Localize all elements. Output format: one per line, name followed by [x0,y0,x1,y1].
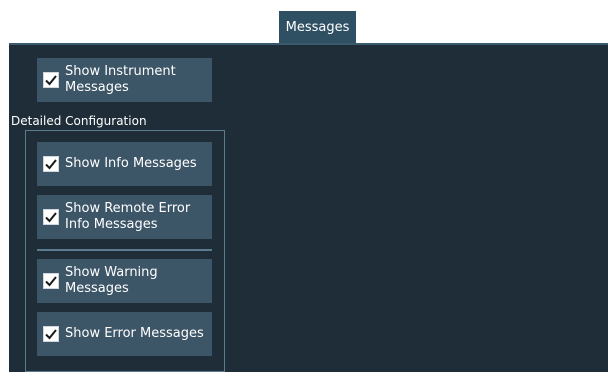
detailed-configuration-title: Detailed Configuration [11,114,147,128]
show-remote-error-info-messages-checkbox[interactable]: Show Remote Error Info Messages [37,195,212,239]
check-icon [45,329,57,340]
check-icon [45,159,57,170]
messages-panel: Show Instrument Messages Detailed Config… [9,43,608,372]
checkbox-label: Show Instrument Messages [65,64,176,95]
show-instrument-messages-checkbox[interactable]: Show Instrument Messages [37,58,212,102]
check-icon [45,75,57,86]
checkbox-label: Show Warning Messages [65,265,158,296]
check-icon [45,276,57,287]
tab-messages[interactable]: Messages [279,11,356,43]
checkbox-box[interactable] [43,273,59,289]
checkbox-label: Show Error Messages [65,326,204,341]
checkbox-box[interactable] [43,72,59,88]
group-divider [37,249,212,251]
checkbox-box[interactable] [43,156,59,172]
check-icon [45,212,57,223]
show-info-messages-checkbox[interactable]: Show Info Messages [37,142,212,186]
checkbox-label: Show Remote Error Info Messages [65,201,191,232]
checkbox-label: Show Info Messages [65,156,197,171]
show-warning-messages-checkbox[interactable]: Show Warning Messages [37,259,212,303]
checkbox-box[interactable] [43,326,59,342]
tab-label: Messages [285,19,350,35]
checkbox-box[interactable] [43,209,59,225]
show-error-messages-checkbox[interactable]: Show Error Messages [37,312,212,356]
